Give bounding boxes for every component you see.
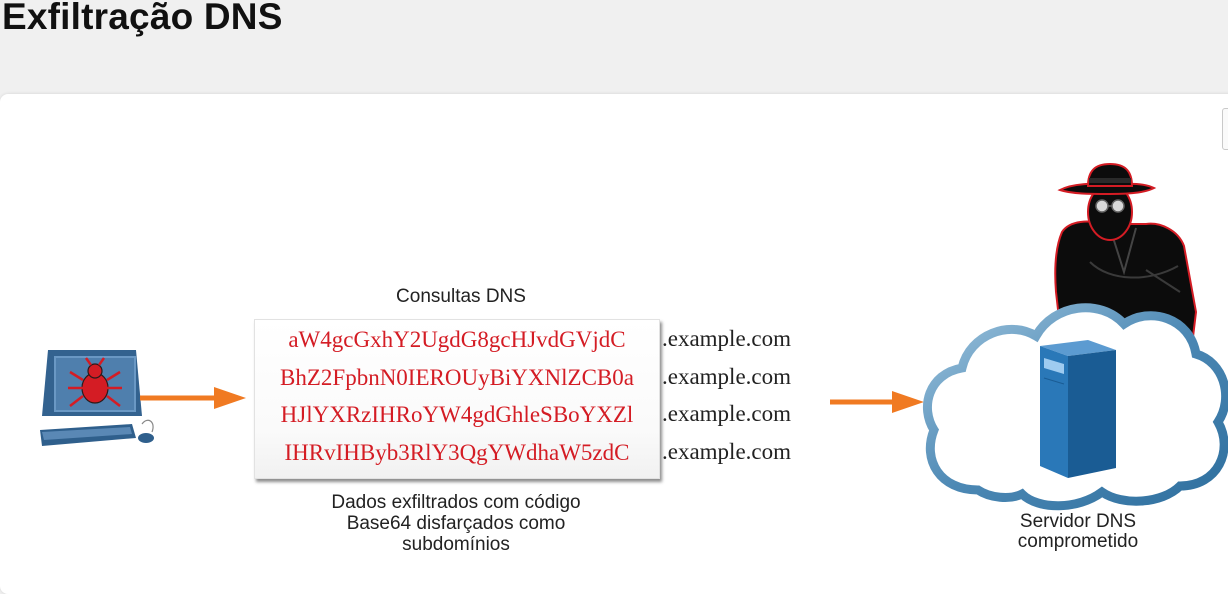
domain-suffix-2: .example.com [662, 364, 792, 389]
dns-server-icon [1040, 340, 1116, 478]
exfiltration-caption: Dados exfiltrados com código Base64 disf… [286, 492, 626, 555]
caption-line-3: subdomínios [402, 534, 510, 555]
dns-query-4: IHRvIHByb3RlY3QgYWdhaW5zdC [284, 440, 630, 465]
domain-suffix-1: .example.com [662, 326, 792, 351]
scrollbar-thumb[interactable] [1222, 108, 1228, 150]
arrow-to-queries-icon [140, 387, 246, 409]
queries-title: Consultas DNS [396, 286, 526, 307]
server-label-line-2: comprometido [1017, 531, 1139, 552]
caption-line-2: Base64 disfarçados como [346, 513, 566, 534]
dns-query-3: HJlYXRzIHRoYW4gdGhleSBoYXZl [280, 402, 634, 427]
arrow-to-server-icon [830, 391, 924, 413]
caption-line-1: Dados exfiltrados com código [331, 492, 581, 513]
server-label: Servidor DNS comprometido [968, 512, 1188, 552]
domain-suffix-3: .example.com [662, 401, 792, 426]
page-title: Exfiltração DNS [2, 0, 283, 37]
dns-query-1: aW4gcGxhY2UgdG8gcHJvdGVjdC [288, 327, 626, 352]
dns-query-2: BhZ2FpbnN0IEROUyBiYXNlZCB0a [280, 365, 634, 390]
domain-suffix-4: .example.com [662, 439, 792, 464]
dns-queries-box: aW4gcGxhY2UgdG8gcHJvdGVjdC BhZ2FpbnN0IER… [254, 319, 660, 479]
server-label-line-1: Servidor DNS [1019, 511, 1137, 532]
